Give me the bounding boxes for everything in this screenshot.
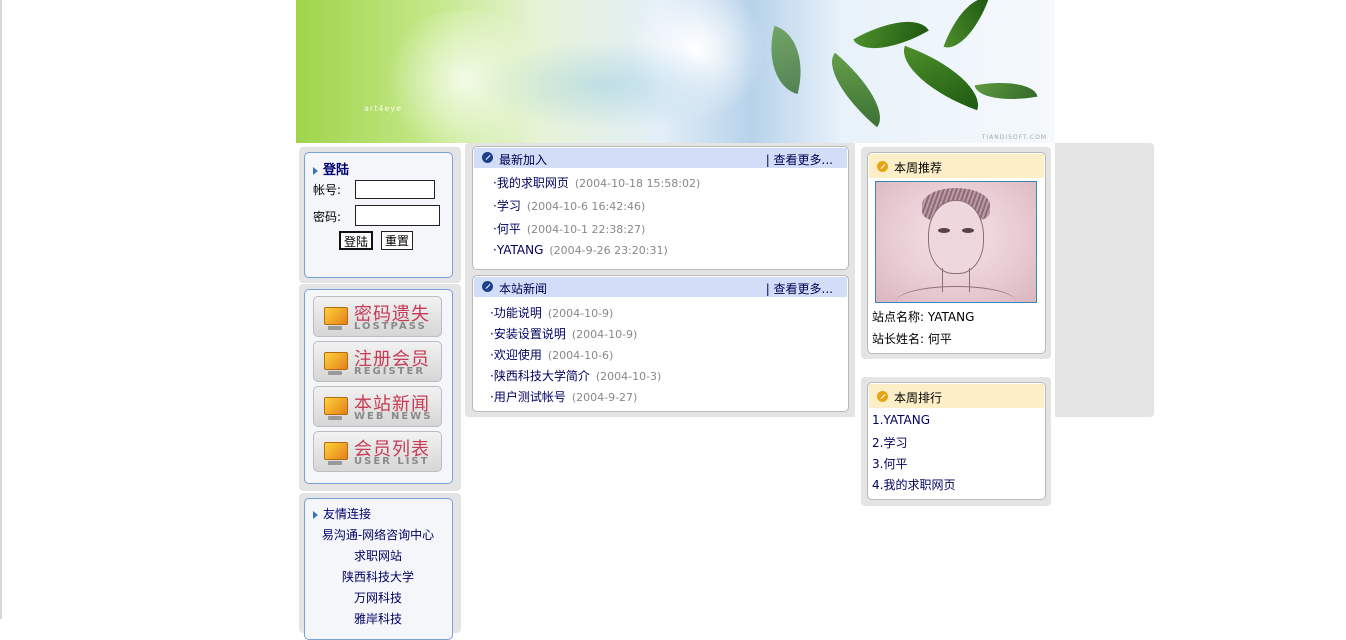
featured-portrait-image[interactable] <box>875 181 1037 303</box>
user-list-sublabel: USER LIST <box>354 456 430 467</box>
friends-list: 易沟通-网络咨询中心 求职网站 陕西科技大学 万网科技 雅岸科技 <box>305 525 451 630</box>
list-item[interactable]: ·学习 (2004-10-6 16:42:46) <box>493 197 645 214</box>
news-panel: 本站新闻 | 查看更多... ·功能说明 (2004-10-9) ·安装设置说明(… <box>472 275 849 412</box>
news-title: 本站新闻 <box>499 282 548 296</box>
folder-icon <box>324 397 348 420</box>
user-list-button[interactable]: 会员列表 USER LIST <box>313 431 442 472</box>
login-panel: 登陆 帐号: 密码: 登陆 重置 <box>304 152 453 278</box>
friend-link[interactable]: 陕西科技大学 <box>305 567 451 588</box>
reset-button[interactable]: 重置 <box>381 231 414 250</box>
window-left-edge <box>0 0 2 619</box>
page-container: art4eye TIANDISOFT.COM 登陆 帐号: 密码: 登陆 重置 … <box>296 0 1154 640</box>
password-input[interactable] <box>355 205 440 226</box>
news-more-link[interactable]: | 查看更多... <box>766 280 833 297</box>
password-label: 密码: <box>313 210 342 224</box>
ranking-title: 本周排行 <box>894 391 943 405</box>
banner-watermark: TIANDISOFT.COM <box>981 134 1047 141</box>
folder-icon <box>324 352 348 375</box>
pencil-icon <box>877 391 888 402</box>
lostpass-sublabel: LOSTPASS <box>354 321 427 332</box>
friend-link[interactable]: 雅岸科技 <box>305 609 451 630</box>
arrow-icon <box>313 510 318 519</box>
ranking-item[interactable]: 2.学习 <box>872 434 907 451</box>
friend-link[interactable]: 求职网站 <box>305 546 451 567</box>
friend-link[interactable]: 易沟通-网络咨询中心 <box>305 525 451 546</box>
list-item[interactable]: ·陕西科技大学简介 (2004-10-3) <box>490 367 661 384</box>
web-news-sublabel: WEB NEWS <box>354 411 433 422</box>
ranking-header: 本周排行 <box>869 384 1044 408</box>
recommend-header: 本周推荐 <box>869 154 1044 178</box>
recommend-title: 本周推荐 <box>894 161 943 175</box>
ranking-item[interactable]: 1.YATANG <box>872 413 930 427</box>
latest-title: 最新加入 <box>499 153 548 167</box>
owner-name: 站长姓名: 何平 <box>872 332 952 346</box>
news-header: 本站新闻 | 查看更多... <box>474 277 847 297</box>
web-news-button[interactable]: 本站新闻 WEB NEWS <box>313 386 442 427</box>
list-item[interactable]: ·安装设置说明 (2004-10-9) <box>490 325 637 342</box>
ranking-panel: 本周排行 1.YATANG 2.学习 3.何平 4.我的求职网页 <box>867 382 1046 500</box>
banner-image: art4eye TIANDISOFT.COM <box>296 0 1055 143</box>
lostpass-button[interactable]: 密码遗失 LOSTPASS <box>313 296 442 337</box>
bullet-icon <box>482 152 493 163</box>
latest-panel: 最新加入 | 查看更多... ·我的求职网页 (2004-10-18 15:58:… <box>472 146 849 270</box>
list-item[interactable]: ·何平 (2004-10-1 22:38:27) <box>493 220 645 237</box>
friends-panel-frame: 友情连接 易沟通-网络咨询中心 求职网站 陕西科技大学 万网科技 雅岸科技 <box>299 493 461 640</box>
ranking-item[interactable]: 4.我的求职网页 <box>872 476 955 493</box>
menu-panel: 密码遗失 LOSTPASS 注册会员 REGISTER 本站新闻 WEB NEW… <box>304 289 453 484</box>
recommend-panel-frame: 本周推荐 站点名称: YATANG 站长姓名: 何平 <box>861 147 1051 359</box>
center-column-frame: 最新加入 | 查看更多... ·我的求职网页 (2004-10-18 15:58:… <box>465 143 855 417</box>
register-sublabel: REGISTER <box>354 366 426 377</box>
list-item[interactable]: ·用户测试帐号 (2004-9-27) <box>490 388 637 405</box>
site-name: 站点名称: YATANG <box>872 310 975 324</box>
password-row: 密码: <box>313 205 440 226</box>
pencil-icon <box>877 161 888 172</box>
list-item[interactable]: ·YATANG (2004-9-26 23:20:31) <box>493 243 668 257</box>
arrow-icon <box>313 166 318 175</box>
folder-icon <box>324 442 348 465</box>
login-title: 登陆 <box>313 159 349 178</box>
login-panel-frame: 登陆 帐号: 密码: 登陆 重置 <box>299 147 461 283</box>
ranking-panel-frame: 本周排行 1.YATANG 2.学习 3.何平 4.我的求职网页 <box>861 377 1051 506</box>
latest-header: 最新加入 | 查看更多... <box>474 148 847 168</box>
banner-signature: art4eye <box>364 104 402 113</box>
list-item[interactable]: ·功能说明 (2004-10-9) <box>490 304 613 321</box>
bullet-icon <box>482 281 493 292</box>
folder-icon <box>324 307 348 330</box>
username-row: 帐号: <box>313 180 435 199</box>
menu-panel-frame: 密码遗失 LOSTPASS 注册会员 REGISTER 本站新闻 WEB NEW… <box>299 284 461 491</box>
login-button[interactable]: 登陆 <box>339 231 374 250</box>
register-button[interactable]: 注册会员 REGISTER <box>313 341 442 382</box>
friends-title: 友情连接 <box>313 505 371 522</box>
recommend-panel: 本周推荐 站点名称: YATANG 站长姓名: 何平 <box>867 152 1046 354</box>
username-label: 帐号: <box>313 183 342 197</box>
list-item[interactable]: ·欢迎使用 (2004-10-6) <box>490 346 613 363</box>
ranking-item[interactable]: 3.何平 <box>872 455 907 472</box>
latest-more-link[interactable]: | 查看更多... <box>766 151 833 168</box>
friend-link[interactable]: 万网科技 <box>305 588 451 609</box>
list-item[interactable]: ·我的求职网页 (2004-10-18 15:58:02) <box>493 174 700 191</box>
username-input[interactable] <box>355 180 435 199</box>
